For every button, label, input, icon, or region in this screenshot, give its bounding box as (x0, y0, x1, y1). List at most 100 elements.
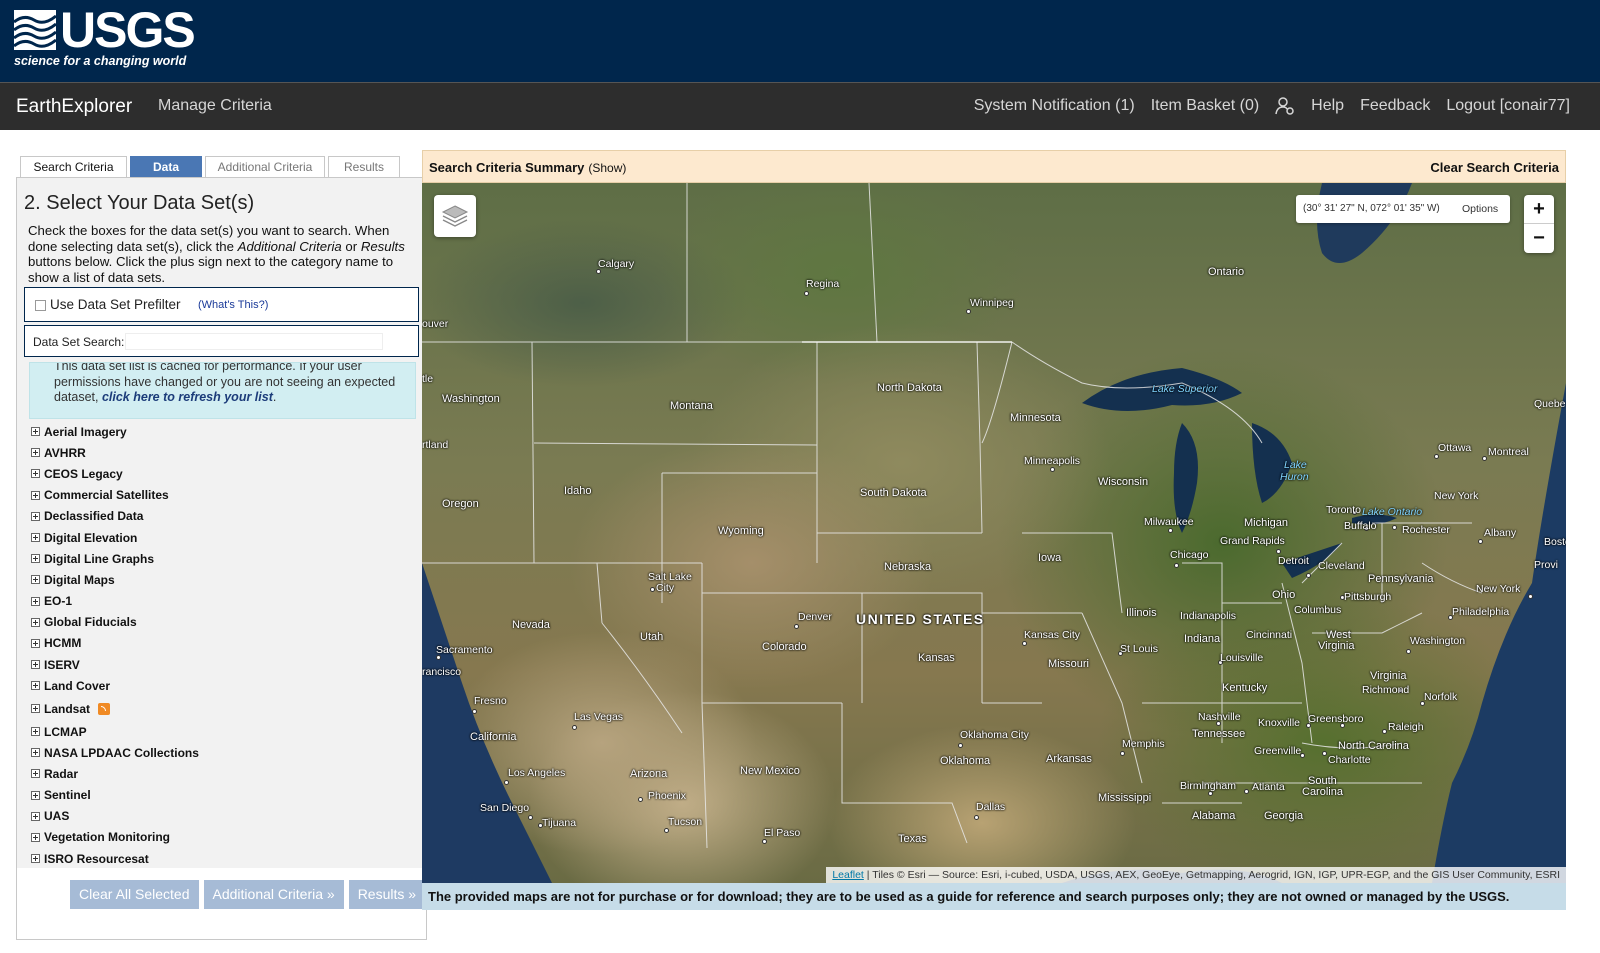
category-label[interactable]: HCMM (44, 636, 81, 650)
label-columbus: Columbus (1294, 604, 1342, 616)
expand-plus-icon[interactable] (31, 448, 40, 458)
expand-plus-icon[interactable] (31, 811, 40, 821)
usgs-logo[interactable]: USGS science for a changing world (14, 4, 214, 72)
category-label[interactable]: ISERV (44, 658, 80, 672)
expand-plus-icon[interactable] (31, 769, 40, 779)
category-global-fiducials[interactable]: Global Fiducials (31, 612, 411, 633)
category-label[interactable]: Landsat (44, 702, 90, 716)
category-label[interactable]: AVHRR (44, 446, 86, 460)
coordinate-options-button[interactable]: Options (1462, 203, 1498, 215)
clear-all-selected-button[interactable]: Clear All Selected (70, 880, 199, 909)
category-label[interactable]: Vegetation Monitoring (44, 830, 170, 844)
category-eo-1[interactable]: EO-1 (31, 591, 411, 612)
category-label[interactable]: Global Fiducials (44, 615, 137, 629)
city-dot (958, 743, 963, 748)
map-attribution: Leaflet | Tiles © Esri — Source: Esri, i… (826, 867, 1566, 883)
prefilter-checkbox[interactable] (35, 300, 46, 311)
category-lcmap[interactable]: LCMAP (31, 721, 411, 742)
category-label[interactable]: Digital Maps (44, 573, 115, 587)
tab-additional-criteria[interactable]: Additional Criteria (205, 156, 325, 177)
coordinate-text: (30° 31' 27" N, 072° 01' 35" W) (1303, 203, 1440, 214)
expand-plus-icon[interactable] (31, 638, 40, 648)
expand-plus-icon[interactable] (31, 660, 40, 670)
expand-plus-icon[interactable] (31, 727, 40, 737)
feedback-link[interactable]: Feedback (1360, 97, 1430, 115)
category-label[interactable]: EO-1 (44, 594, 72, 608)
category-label[interactable]: Radar (44, 767, 78, 781)
item-basket-link[interactable]: Item Basket (0) (1151, 97, 1259, 115)
help-link[interactable]: Help (1311, 97, 1344, 115)
data-set-search-input[interactable] (125, 333, 383, 350)
category-label[interactable]: Digital Elevation (44, 531, 137, 545)
category-label[interactable]: Land Cover (44, 679, 110, 693)
expand-plus-icon[interactable] (31, 790, 40, 800)
prefilter-label[interactable]: Use Data Set Prefilter (50, 297, 181, 312)
expand-plus-icon[interactable] (31, 596, 40, 606)
category-digital-line-graphs[interactable]: Digital Line Graphs (31, 548, 411, 569)
category-label[interactable]: Commercial Satellites (44, 488, 169, 502)
expand-plus-icon[interactable] (31, 533, 40, 543)
category-digital-elevation[interactable]: Digital Elevation (31, 527, 411, 548)
rss-feed-icon[interactable] (98, 702, 111, 715)
summary-show-link[interactable]: (Show) (588, 161, 626, 175)
category-label[interactable]: NASA LPDAAC Collections (44, 746, 199, 760)
expand-plus-icon[interactable] (31, 748, 40, 758)
category-avhrr[interactable]: AVHRR (31, 442, 411, 463)
category-ceos-legacy[interactable]: CEOS Legacy (31, 463, 411, 484)
manage-criteria-link[interactable]: Manage Criteria (158, 97, 272, 115)
zoom-in-button[interactable]: + (1524, 195, 1554, 224)
label-pennsylvania: Pennsylvania (1368, 573, 1434, 585)
category-declassified-data[interactable]: Declassified Data (31, 506, 411, 527)
tab-results[interactable]: Results (328, 156, 400, 177)
category-hcmm[interactable]: HCMM (31, 633, 411, 654)
category-label[interactable]: CEOS Legacy (44, 467, 123, 481)
category-digital-maps[interactable]: Digital Maps (31, 569, 411, 590)
zoom-out-button[interactable]: − (1524, 224, 1554, 253)
category-uas[interactable]: UAS (31, 806, 411, 827)
category-label[interactable]: LCMAP (44, 725, 87, 739)
additional-criteria-button[interactable]: Additional Criteria » (203, 880, 344, 909)
category-landsat[interactable]: Landsat (31, 696, 411, 721)
layers-button[interactable] (434, 195, 476, 237)
category-label[interactable]: ISRO Resourcesat (44, 852, 149, 866)
leaflet-link[interactable]: Leaflet (832, 869, 864, 881)
expand-plus-icon[interactable] (31, 704, 40, 714)
category-vegetation-monitoring[interactable]: Vegetation Monitoring (31, 827, 411, 848)
tab-data-sets[interactable]: Data Sets (130, 156, 202, 194)
label-tijuana: Tijuana (542, 817, 577, 829)
expand-plus-icon[interactable] (31, 490, 40, 500)
clear-search-criteria-link[interactable]: Clear Search Criteria (1430, 160, 1559, 175)
expand-plus-icon[interactable] (31, 575, 40, 585)
user-settings-icon[interactable] (1275, 97, 1295, 115)
category-radar[interactable]: Radar (31, 763, 411, 784)
category-land-cover[interactable]: Land Cover (31, 675, 411, 696)
expand-plus-icon[interactable] (31, 681, 40, 691)
category-label[interactable]: UAS (44, 809, 69, 823)
category-label[interactable]: Declassified Data (44, 509, 143, 523)
expand-plus-icon[interactable] (31, 617, 40, 627)
tab-search-criteria[interactable]: Search Criteria (20, 156, 127, 177)
category-nasa-lpdaac[interactable]: NASA LPDAAC Collections (31, 742, 411, 763)
satellite-map[interactable]: Calgary Regina Winnipeg Ontario Quebe ou… (422, 183, 1566, 883)
category-commercial-satellites[interactable]: Commercial Satellites (31, 485, 411, 506)
category-label[interactable]: Sentinel (44, 788, 91, 802)
expand-plus-icon[interactable] (31, 554, 40, 564)
expand-plus-icon[interactable] (31, 469, 40, 479)
system-notification-link[interactable]: System Notification (1) (974, 97, 1135, 115)
expand-plus-icon[interactable] (31, 511, 40, 521)
expand-plus-icon[interactable] (31, 832, 40, 842)
label-alabama: Alabama (1192, 810, 1236, 822)
logout-link[interactable]: Logout [conair77] (1446, 97, 1570, 115)
category-iserv[interactable]: ISERV (31, 654, 411, 675)
category-isro-resourcesat[interactable]: ISRO Resourcesat (31, 848, 411, 869)
refresh-list-link[interactable]: click here to refresh your list (102, 390, 273, 404)
expand-plus-icon[interactable] (31, 427, 40, 437)
category-sentinel[interactable]: Sentinel (31, 785, 411, 806)
prefilter-help-link[interactable]: (What's This?) (198, 299, 268, 311)
category-label[interactable]: Digital Line Graphs (44, 552, 154, 566)
app-title[interactable]: EarthExplorer (16, 96, 132, 118)
category-aerial-imagery[interactable]: Aerial Imagery (31, 421, 411, 442)
expand-plus-icon[interactable] (31, 854, 40, 864)
results-button[interactable]: Results » (348, 880, 426, 909)
category-label[interactable]: Aerial Imagery (44, 425, 127, 439)
